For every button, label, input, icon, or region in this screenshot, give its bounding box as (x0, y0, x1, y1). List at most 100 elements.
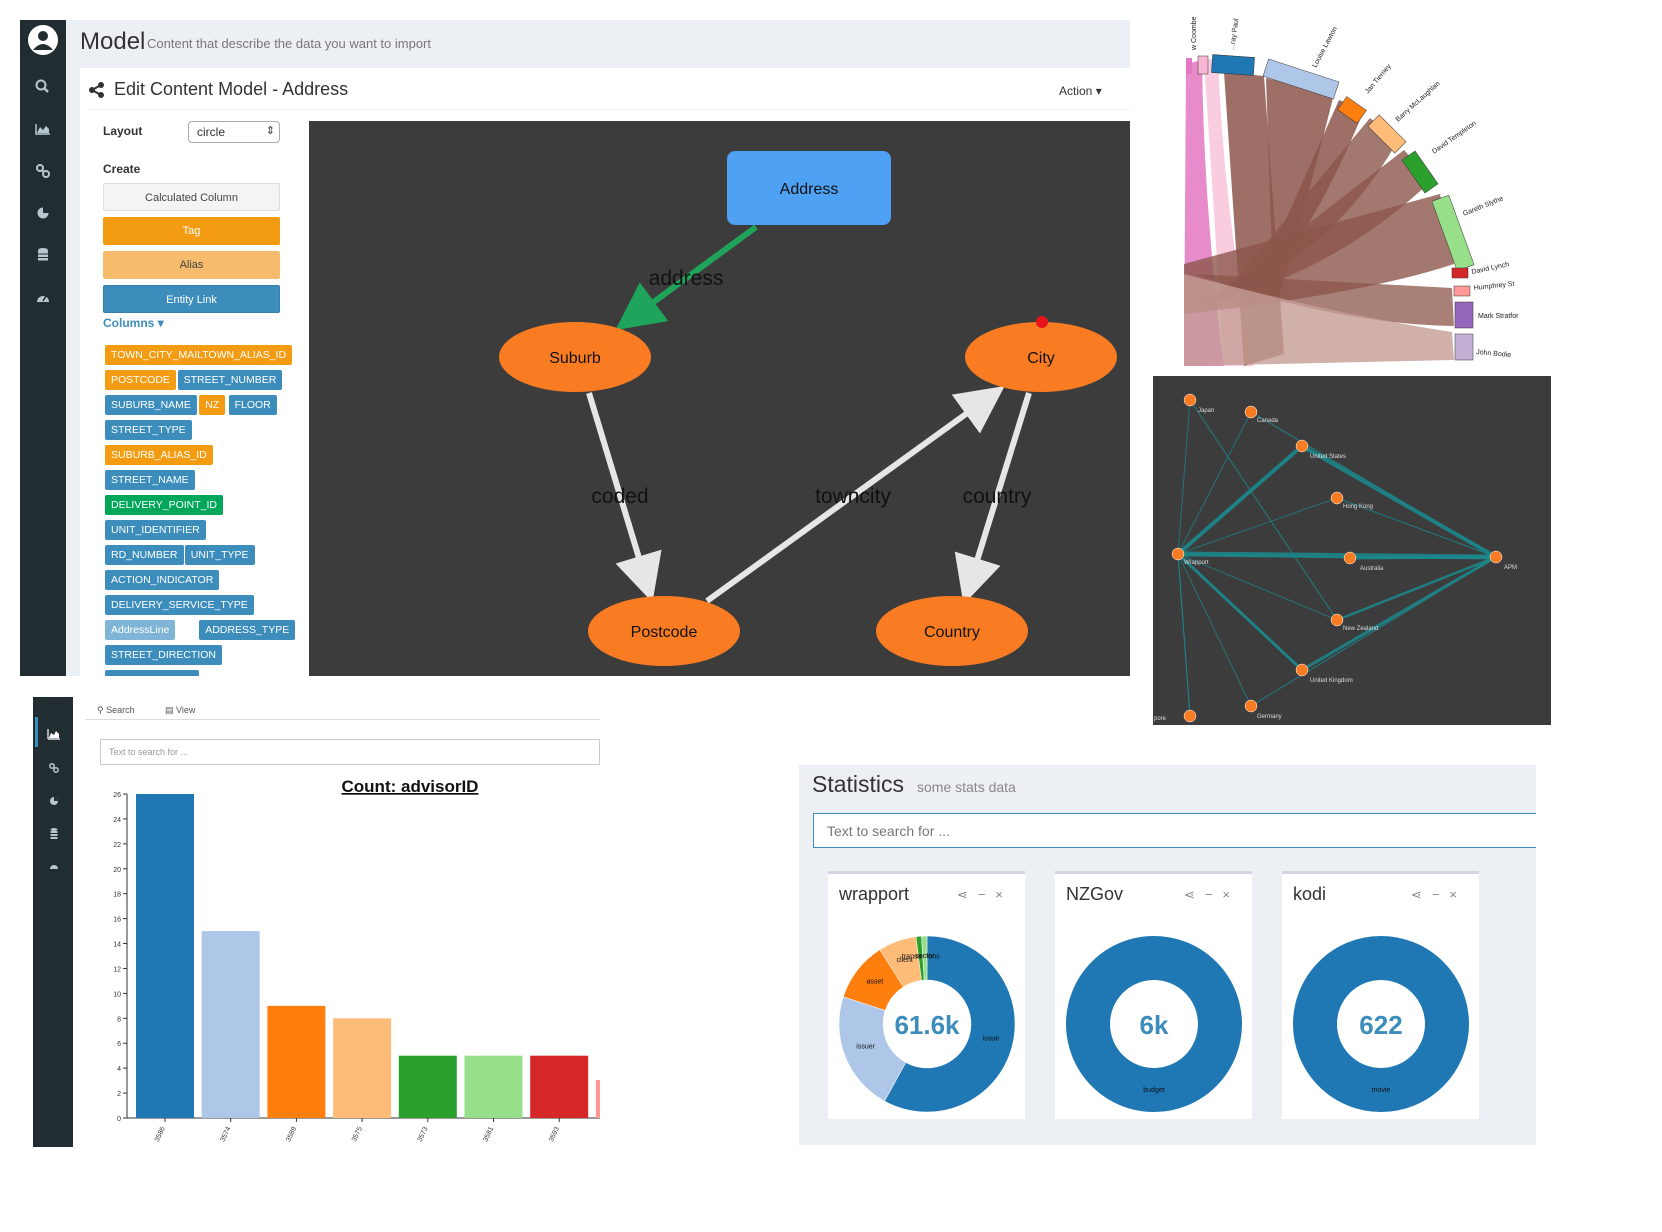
column-tag[interactable]: RD_NUMBER (105, 545, 184, 565)
network-edge (1301, 555, 1497, 672)
search-icon[interactable] (32, 76, 54, 98)
columns-toggle[interactable]: Columns ▾ (103, 316, 164, 330)
column-tag[interactable]: FLOOR (228, 395, 277, 415)
bar[interactable] (530, 1055, 589, 1118)
user-avatar-icon[interactable] (27, 24, 59, 56)
total-value: 6k (1140, 1010, 1169, 1040)
y-tick-label: 16 (113, 917, 121, 924)
search-input[interactable]: Text to search for ... (100, 739, 600, 765)
network-node[interactable] (1171, 547, 1185, 561)
slice-label: issue (983, 1035, 999, 1042)
chord-arc (1453, 285, 1471, 297)
dashboard-icon[interactable] (32, 287, 54, 309)
column-tag[interactable]: NZ (199, 395, 226, 415)
network-edges (1176, 399, 1497, 717)
network-node[interactable] (1330, 613, 1344, 627)
donut-chart: issueissuerassetclienttransactionssector… (838, 935, 1016, 1113)
column-tag[interactable]: STREET_TYPE (105, 420, 192, 440)
minimize-icon[interactable]: − (978, 887, 996, 902)
x-tick-label: 3593 (548, 1126, 561, 1143)
network-node[interactable] (1244, 699, 1258, 713)
column-tag[interactable] (105, 670, 199, 676)
network-node[interactable] (1295, 439, 1309, 453)
tab-view[interactable]: ▤ View (165, 705, 195, 716)
bar[interactable] (464, 1055, 523, 1118)
bar-partial (595, 1080, 600, 1118)
column-tag[interactable]: SUBURB_ALIAS_ID (105, 445, 213, 465)
node-postcode-label: Postcode (631, 624, 698, 641)
database-icon[interactable] (47, 826, 61, 840)
column-tag[interactable]: DELIVERY_POINT_ID (105, 495, 224, 515)
network-edge (1176, 552, 1304, 672)
action-dropdown[interactable]: Action ▾ (1059, 84, 1102, 98)
layout-select[interactable]: circle ⇕ (188, 121, 280, 143)
total-value: 61.6k (894, 1010, 960, 1040)
column-tag[interactable]: DELIVERY_SERVICE_TYPE (105, 595, 254, 615)
link-icon[interactable] (32, 160, 54, 182)
chord-label: w Coombe (1191, 16, 1198, 51)
bar[interactable] (267, 1005, 326, 1118)
column-tag[interactable]: UNIT_IDENTIFIER (105, 520, 206, 540)
calculated-column-button[interactable]: Calculated Column (103, 183, 280, 211)
chord-label: Jan Tierney (1364, 63, 1393, 96)
bar[interactable] (333, 1018, 392, 1118)
slice-label: budget (1143, 1087, 1164, 1094)
network-node[interactable] (1183, 393, 1197, 407)
column-tag[interactable]: POSTCODE (105, 370, 176, 390)
stats-search-input[interactable]: Text to search for ... (813, 813, 1536, 848)
network-node[interactable] (1330, 491, 1344, 505)
network-node[interactable] (1244, 405, 1258, 419)
minimize-icon[interactable]: − (1205, 887, 1223, 902)
network-node[interactable] (1343, 551, 1357, 565)
close-icon[interactable]: × (1222, 887, 1240, 902)
column-tag[interactable]: TOWN_CITY_MAILTOWN_ALIAS_ID (105, 345, 293, 365)
column-tag[interactable]: STREET_NUMBER (177, 370, 283, 390)
tab-search[interactable]: ⚲ Search (97, 705, 135, 716)
pie-chart-icon[interactable] (32, 202, 54, 224)
x-tick-label: 3581 (482, 1126, 495, 1143)
column-tag[interactable]: STREET_DIRECTION (105, 645, 223, 665)
close-icon[interactable]: × (995, 887, 1013, 902)
network-node[interactable] (1489, 550, 1503, 564)
pie-chart-icon[interactable] (47, 794, 61, 808)
area-chart-icon[interactable] (32, 118, 54, 140)
chord-diagram-panel: w Coombe ...ray Paul Louise Lawton Jan Tier… (1184, 14, 1550, 366)
share-icon[interactable]: ⋖ (957, 887, 978, 902)
close-icon[interactable]: × (1449, 887, 1467, 902)
chord-label: Gareth Slythe (1462, 195, 1504, 218)
alias-button[interactable]: Alias (103, 251, 280, 279)
share-icon[interactable]: ⋖ (1184, 887, 1205, 902)
link-icon[interactable] (47, 761, 61, 775)
network-node-label: Hong Kong (1343, 504, 1373, 510)
chord-label: John Bodie (1476, 349, 1512, 359)
column-tag[interactable]: ADDRESS_TYPE (199, 620, 296, 640)
node-address-label: Address (780, 181, 839, 198)
minimize-icon[interactable]: − (1432, 887, 1450, 902)
network-node[interactable] (1183, 709, 1197, 723)
share-icon[interactable]: ⋖ (1411, 887, 1432, 902)
y-tick-label: 26 (113, 792, 121, 799)
card-title: NZGov (1066, 884, 1124, 904)
chord-arc (1197, 55, 1209, 75)
column-tag[interactable]: AddressLine (105, 620, 176, 640)
slice-label: movie (1372, 1087, 1391, 1094)
tag-button[interactable]: Tag (103, 217, 280, 245)
column-tag[interactable]: SUBURB_NAME (105, 395, 197, 415)
area-chart-icon[interactable] (47, 727, 61, 741)
graph-canvas[interactable]: Address Suburb City Postcode Country add… (309, 121, 1130, 676)
edge-address-label: address (649, 267, 724, 290)
dashboard-icon[interactable] (47, 859, 61, 873)
database-icon[interactable] (32, 244, 54, 266)
node-city-label: City (1027, 350, 1055, 367)
bar[interactable] (201, 931, 260, 1118)
bar[interactable] (398, 1055, 457, 1118)
column-tag[interactable]: ACTION_INDICATOR (105, 570, 220, 590)
entity-link-button[interactable]: Entity Link (103, 285, 280, 313)
column-tag[interactable]: UNIT_TYPE (184, 545, 255, 565)
network-edge (1177, 553, 1191, 717)
card-tools: ⋖−× (957, 887, 1013, 903)
share-icon (89, 82, 104, 98)
bar[interactable] (136, 794, 194, 1118)
column-tag[interactable]: STREET_NAME (105, 470, 195, 490)
network-node[interactable] (1295, 663, 1309, 677)
